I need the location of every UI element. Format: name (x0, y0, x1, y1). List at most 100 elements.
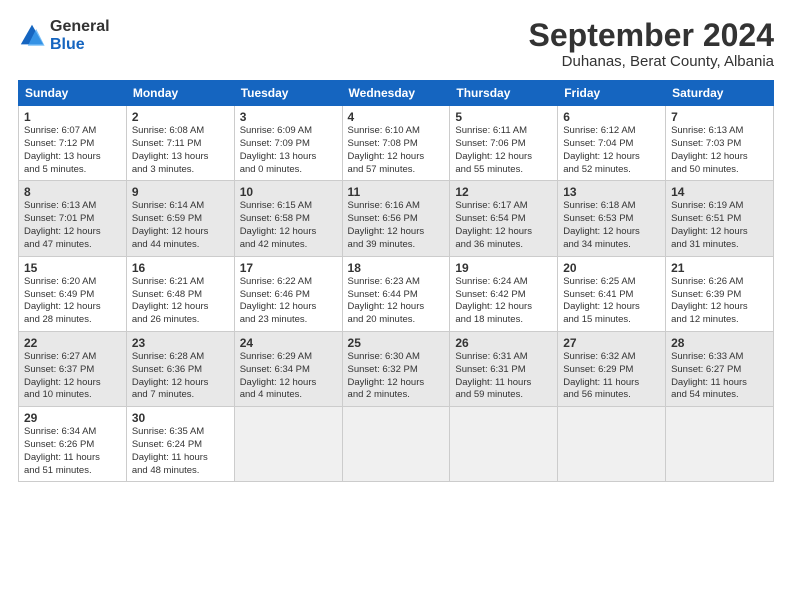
day-cell: 2Sunrise: 6:08 AM Sunset: 7:11 PM Daylig… (126, 106, 234, 181)
day-cell: 20Sunrise: 6:25 AM Sunset: 6:41 PM Dayli… (558, 256, 666, 331)
day-number: 16 (132, 261, 229, 275)
logo-blue: Blue (50, 36, 110, 54)
day-cell: 14Sunrise: 6:19 AM Sunset: 6:51 PM Dayli… (666, 181, 774, 256)
day-info: Sunrise: 6:30 AM Sunset: 6:32 PM Dayligh… (348, 351, 445, 402)
day-cell: 30Sunrise: 6:35 AM Sunset: 6:24 PM Dayli… (126, 407, 234, 482)
col-header-monday: Monday (126, 81, 234, 106)
day-cell: 7Sunrise: 6:13 AM Sunset: 7:03 PM Daylig… (666, 106, 774, 181)
day-info: Sunrise: 6:21 AM Sunset: 6:48 PM Dayligh… (132, 276, 229, 327)
day-cell (234, 407, 342, 482)
day-info: Sunrise: 6:22 AM Sunset: 6:46 PM Dayligh… (240, 276, 337, 327)
subtitle: Duhanas, Berat County, Albania (529, 53, 774, 70)
day-info: Sunrise: 6:24 AM Sunset: 6:42 PM Dayligh… (455, 276, 552, 327)
col-header-friday: Friday (558, 81, 666, 106)
day-number: 30 (132, 411, 229, 425)
day-cell: 11Sunrise: 6:16 AM Sunset: 6:56 PM Dayli… (342, 181, 450, 256)
day-info: Sunrise: 6:17 AM Sunset: 6:54 PM Dayligh… (455, 200, 552, 251)
page: General Blue September 2024 Duhanas, Ber… (0, 0, 792, 612)
day-info: Sunrise: 6:25 AM Sunset: 6:41 PM Dayligh… (563, 276, 660, 327)
header-row: SundayMondayTuesdayWednesdayThursdayFrid… (19, 81, 774, 106)
day-number: 12 (455, 185, 552, 199)
logo-general: General (50, 18, 110, 36)
day-cell: 17Sunrise: 6:22 AM Sunset: 6:46 PM Dayli… (234, 256, 342, 331)
day-info: Sunrise: 6:33 AM Sunset: 6:27 PM Dayligh… (671, 351, 768, 402)
day-number: 22 (24, 336, 121, 350)
day-info: Sunrise: 6:13 AM Sunset: 7:03 PM Dayligh… (671, 125, 768, 176)
day-info: Sunrise: 6:07 AM Sunset: 7:12 PM Dayligh… (24, 125, 121, 176)
day-info: Sunrise: 6:34 AM Sunset: 6:26 PM Dayligh… (24, 426, 121, 477)
day-info: Sunrise: 6:09 AM Sunset: 7:09 PM Dayligh… (240, 125, 337, 176)
day-cell: 16Sunrise: 6:21 AM Sunset: 6:48 PM Dayli… (126, 256, 234, 331)
day-cell: 26Sunrise: 6:31 AM Sunset: 6:31 PM Dayli… (450, 331, 558, 406)
day-cell: 28Sunrise: 6:33 AM Sunset: 6:27 PM Dayli… (666, 331, 774, 406)
day-info: Sunrise: 6:12 AM Sunset: 7:04 PM Dayligh… (563, 125, 660, 176)
day-info: Sunrise: 6:27 AM Sunset: 6:37 PM Dayligh… (24, 351, 121, 402)
day-cell (342, 407, 450, 482)
day-info: Sunrise: 6:19 AM Sunset: 6:51 PM Dayligh… (671, 200, 768, 251)
logo-text: General Blue (50, 18, 110, 53)
day-number: 2 (132, 110, 229, 124)
day-number: 24 (240, 336, 337, 350)
day-number: 1 (24, 110, 121, 124)
day-cell: 5Sunrise: 6:11 AM Sunset: 7:06 PM Daylig… (450, 106, 558, 181)
day-number: 19 (455, 261, 552, 275)
day-number: 7 (671, 110, 768, 124)
day-cell: 1Sunrise: 6:07 AM Sunset: 7:12 PM Daylig… (19, 106, 127, 181)
logo: General Blue (18, 18, 110, 53)
day-info: Sunrise: 6:20 AM Sunset: 6:49 PM Dayligh… (24, 276, 121, 327)
day-cell (558, 407, 666, 482)
day-number: 13 (563, 185, 660, 199)
day-cell (666, 407, 774, 482)
day-number: 9 (132, 185, 229, 199)
week-row-2: 8Sunrise: 6:13 AM Sunset: 7:01 PM Daylig… (19, 181, 774, 256)
day-number: 29 (24, 411, 121, 425)
day-info: Sunrise: 6:11 AM Sunset: 7:06 PM Dayligh… (455, 125, 552, 176)
main-title: September 2024 (529, 18, 774, 53)
day-cell: 19Sunrise: 6:24 AM Sunset: 6:42 PM Dayli… (450, 256, 558, 331)
day-number: 21 (671, 261, 768, 275)
day-number: 10 (240, 185, 337, 199)
day-cell: 25Sunrise: 6:30 AM Sunset: 6:32 PM Dayli… (342, 331, 450, 406)
day-info: Sunrise: 6:18 AM Sunset: 6:53 PM Dayligh… (563, 200, 660, 251)
day-cell: 21Sunrise: 6:26 AM Sunset: 6:39 PM Dayli… (666, 256, 774, 331)
day-info: Sunrise: 6:08 AM Sunset: 7:11 PM Dayligh… (132, 125, 229, 176)
day-cell: 4Sunrise: 6:10 AM Sunset: 7:08 PM Daylig… (342, 106, 450, 181)
day-number: 23 (132, 336, 229, 350)
week-row-4: 22Sunrise: 6:27 AM Sunset: 6:37 PM Dayli… (19, 331, 774, 406)
day-cell: 15Sunrise: 6:20 AM Sunset: 6:49 PM Dayli… (19, 256, 127, 331)
day-number: 5 (455, 110, 552, 124)
col-header-tuesday: Tuesday (234, 81, 342, 106)
day-cell: 13Sunrise: 6:18 AM Sunset: 6:53 PM Dayli… (558, 181, 666, 256)
day-cell: 18Sunrise: 6:23 AM Sunset: 6:44 PM Dayli… (342, 256, 450, 331)
day-cell: 6Sunrise: 6:12 AM Sunset: 7:04 PM Daylig… (558, 106, 666, 181)
day-info: Sunrise: 6:35 AM Sunset: 6:24 PM Dayligh… (132, 426, 229, 477)
logo-icon (18, 22, 46, 50)
day-number: 14 (671, 185, 768, 199)
day-info: Sunrise: 6:13 AM Sunset: 7:01 PM Dayligh… (24, 200, 121, 251)
day-number: 26 (455, 336, 552, 350)
day-cell: 10Sunrise: 6:15 AM Sunset: 6:58 PM Dayli… (234, 181, 342, 256)
day-info: Sunrise: 6:23 AM Sunset: 6:44 PM Dayligh… (348, 276, 445, 327)
day-info: Sunrise: 6:31 AM Sunset: 6:31 PM Dayligh… (455, 351, 552, 402)
day-number: 15 (24, 261, 121, 275)
col-header-wednesday: Wednesday (342, 81, 450, 106)
week-row-1: 1Sunrise: 6:07 AM Sunset: 7:12 PM Daylig… (19, 106, 774, 181)
day-cell (450, 407, 558, 482)
col-header-thursday: Thursday (450, 81, 558, 106)
col-header-saturday: Saturday (666, 81, 774, 106)
day-info: Sunrise: 6:28 AM Sunset: 6:36 PM Dayligh… (132, 351, 229, 402)
day-info: Sunrise: 6:26 AM Sunset: 6:39 PM Dayligh… (671, 276, 768, 327)
header: General Blue September 2024 Duhanas, Ber… (18, 18, 774, 70)
week-row-3: 15Sunrise: 6:20 AM Sunset: 6:49 PM Dayli… (19, 256, 774, 331)
day-number: 4 (348, 110, 445, 124)
calendar: SundayMondayTuesdayWednesdayThursdayFrid… (18, 80, 774, 482)
day-number: 6 (563, 110, 660, 124)
day-cell: 3Sunrise: 6:09 AM Sunset: 7:09 PM Daylig… (234, 106, 342, 181)
day-cell: 29Sunrise: 6:34 AM Sunset: 6:26 PM Dayli… (19, 407, 127, 482)
day-info: Sunrise: 6:16 AM Sunset: 6:56 PM Dayligh… (348, 200, 445, 251)
day-number: 8 (24, 185, 121, 199)
day-number: 11 (348, 185, 445, 199)
day-cell: 23Sunrise: 6:28 AM Sunset: 6:36 PM Dayli… (126, 331, 234, 406)
day-number: 25 (348, 336, 445, 350)
day-cell: 27Sunrise: 6:32 AM Sunset: 6:29 PM Dayli… (558, 331, 666, 406)
